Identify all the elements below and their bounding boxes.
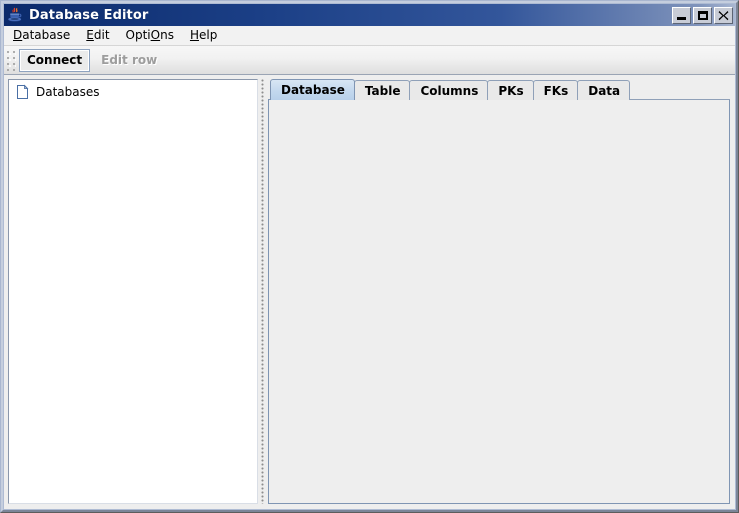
maximize-button[interactable] — [693, 6, 712, 24]
tree-node-databases[interactable]: Databases — [9, 80, 257, 100]
menu-item-options-pre: Opti — [125, 28, 151, 42]
split-pane: Databases Database Table Columns PKs FKs… — [8, 79, 730, 504]
tree-node-databases-label: Databases — [36, 85, 100, 99]
menu-item-help[interactable]: Help — [182, 26, 225, 45]
tab-strip-filler — [628, 79, 730, 100]
edit-row-button: Edit row — [93, 49, 165, 72]
title-bar[interactable]: Database Editor — [4, 4, 735, 26]
window-controls — [672, 6, 733, 24]
menu-item-edit-mnemonic: E — [86, 28, 94, 42]
tab-content-panel — [268, 99, 730, 504]
menu-item-options[interactable]: OptiOns — [118, 26, 182, 45]
title-bar-left: Database Editor — [7, 7, 672, 24]
tab-data[interactable]: Data — [577, 80, 631, 100]
connect-button[interactable]: Connect — [19, 48, 91, 72]
tab-database[interactable]: Database — [270, 79, 355, 100]
tab-table[interactable]: Table — [353, 80, 411, 100]
tab-strip: Database Table Columns PKs FKs Data — [268, 79, 730, 100]
java-coffee-cup-icon — [7, 7, 24, 24]
close-icon — [715, 8, 732, 23]
menu-item-edit[interactable]: Edit — [78, 26, 117, 45]
split-pane-divider[interactable] — [258, 79, 268, 504]
tab-fks[interactable]: FKs — [532, 80, 579, 100]
menu-item-database-mnemonic: D — [13, 28, 23, 42]
close-button[interactable] — [714, 6, 733, 24]
menu-item-options-rest: ns — [160, 28, 174, 42]
window-title: Database Editor — [29, 7, 149, 23]
menu-bar: Database Edit OptiOns Help — [4, 26, 735, 46]
application-window: Database Editor Database Edit OptiOns He… — [0, 0, 739, 513]
content-area: Databases Database Table Columns PKs FKs… — [4, 75, 735, 509]
maximize-icon — [694, 8, 711, 23]
tab-pks[interactable]: PKs — [487, 80, 534, 100]
toolbar-drag-handle-icon[interactable] — [6, 49, 16, 71]
menu-item-options-mnemonic: O — [150, 28, 161, 42]
menu-item-database[interactable]: Database — [4, 26, 78, 45]
database-tree-panel[interactable]: Databases — [8, 79, 258, 504]
tab-columns[interactable]: Columns — [409, 80, 489, 100]
minimize-icon — [673, 8, 690, 23]
minimize-button[interactable] — [672, 6, 691, 24]
tabbed-pane: Database Table Columns PKs FKs Data — [268, 79, 730, 504]
document-leaf-icon — [15, 84, 31, 100]
tool-bar: Connect Edit row — [4, 46, 735, 75]
menu-item-help-rest: elp — [198, 28, 218, 42]
menu-item-help-mnemonic: H — [189, 28, 199, 42]
menu-item-database-rest: atabase — [22, 28, 71, 42]
menu-item-edit-rest: dit — [93, 28, 110, 42]
window-inner-frame: Database Editor Database Edit OptiOns He… — [1, 1, 738, 512]
